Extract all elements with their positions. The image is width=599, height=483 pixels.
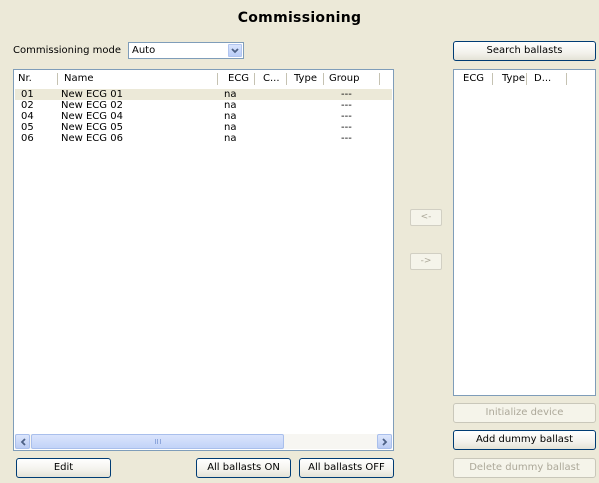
- column-header-nr[interactable]: Nr.: [14, 70, 61, 88]
- table-row[interactable]: 02 New ECG 02 na ---: [15, 100, 392, 111]
- cell-nr: 04: [21, 111, 34, 122]
- cell-group: ---: [341, 100, 352, 111]
- commissioning-mode-value: Auto: [132, 45, 156, 56]
- all-ballasts-on-button[interactable]: All ballasts ON: [196, 458, 291, 478]
- cell-name: New ECG 05: [61, 122, 123, 133]
- move-left-button[interactable]: <-: [410, 209, 442, 226]
- scrollbar-thumb[interactable]: [31, 434, 284, 449]
- cell-name: New ECG 02: [61, 100, 123, 111]
- cell-nr: 05: [21, 122, 34, 133]
- table-row[interactable]: 06 New ECG 06 na ---: [15, 133, 392, 144]
- scroll-left-icon[interactable]: [15, 434, 30, 449]
- column-header-d[interactable]: D...: [530, 70, 570, 88]
- commissioning-mode-select[interactable]: Auto: [128, 42, 244, 59]
- cell-ecg: na: [224, 111, 237, 122]
- cell-nr: 06: [21, 133, 34, 144]
- cell-ecg: na: [224, 122, 237, 133]
- column-header-type[interactable]: Type: [290, 70, 326, 88]
- delete-dummy-ballast-button[interactable]: Delete dummy ballast: [453, 458, 596, 478]
- scroll-right-icon[interactable]: [377, 434, 392, 449]
- cell-group: ---: [341, 111, 352, 122]
- table-row[interactable]: 04 New ECG 04 na ---: [15, 111, 392, 122]
- chevron-down-icon[interactable]: [228, 44, 242, 57]
- page-title: Commissioning: [237, 10, 362, 26]
- commissioning-mode-label: Commissioning mode: [13, 45, 122, 56]
- column-header-group[interactable]: Group: [325, 70, 385, 88]
- edit-button[interactable]: Edit: [16, 458, 111, 478]
- cell-ecg: na: [224, 100, 237, 111]
- cell-name: New ECG 06: [61, 133, 123, 144]
- table-row[interactable]: 05 New ECG 05 na ---: [15, 122, 392, 133]
- move-right-button[interactable]: ->: [410, 253, 442, 270]
- initialize-device-button[interactable]: Initialize device: [453, 403, 596, 423]
- cell-ecg: na: [224, 89, 237, 100]
- cell-name: New ECG 01: [61, 89, 123, 100]
- cell-group: ---: [341, 122, 352, 133]
- cell-name: New ECG 04: [61, 111, 123, 122]
- cell-ecg: na: [224, 133, 237, 144]
- column-header-ecg[interactable]: ECG: [459, 70, 493, 88]
- cell-nr: 01: [21, 89, 34, 100]
- search-ballasts-button[interactable]: Search ballasts: [453, 41, 596, 61]
- ballast-list[interactable]: Nr. Name ECG C... Type Group 01 New ECG 0…: [13, 69, 394, 451]
- table-row[interactable]: 01 New ECG 01 na ---: [15, 89, 392, 100]
- found-ballasts-list[interactable]: ECG Type D...: [453, 69, 596, 396]
- cell-group: ---: [341, 133, 352, 144]
- cell-group: ---: [341, 89, 352, 100]
- add-dummy-ballast-button[interactable]: Add dummy ballast: [453, 430, 596, 450]
- all-ballasts-off-button[interactable]: All ballasts OFF: [299, 458, 394, 478]
- horizontal-scrollbar[interactable]: [15, 434, 392, 449]
- column-header-name[interactable]: Name: [60, 70, 216, 88]
- cell-nr: 02: [21, 100, 34, 111]
